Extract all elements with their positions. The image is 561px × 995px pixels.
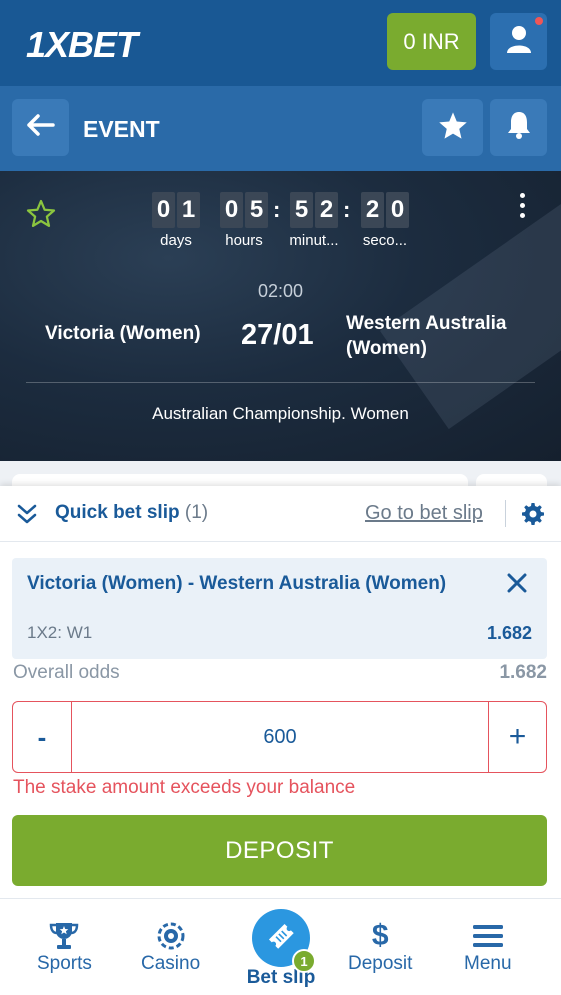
go-to-bet-slip-link[interactable]: Go to bet slip <box>365 502 483 525</box>
countdown-digit: 5 <box>290 192 313 228</box>
stake-stepper: - 600 + <box>12 701 547 773</box>
countdown-digit: 1 <box>177 192 200 228</box>
quick-bet-panel: Quick bet slip (1) Go to bet slip Victor… <box>0 486 561 898</box>
bell-icon <box>506 110 532 145</box>
countdown-label: hours <box>225 232 263 249</box>
overall-odds-value: 1.682 <box>499 662 547 683</box>
notifications-button[interactable] <box>490 99 547 156</box>
countdown-digit: 0 <box>152 192 175 228</box>
countdown-digit: 2 <box>315 192 338 228</box>
nav-label: Sports <box>37 953 92 974</box>
trophy-icon <box>48 919 80 953</box>
bottom-navigation: Sports Casino 1 Bet slip $ Deposit Menu <box>0 898 561 995</box>
account-button[interactable] <box>490 13 547 70</box>
nav-menu[interactable]: Menu <box>464 919 512 975</box>
chevron-double-down-icon[interactable] <box>16 502 38 531</box>
user-icon <box>505 24 533 59</box>
stake-input[interactable]: 600 <box>72 702 488 772</box>
nav-label: Casino <box>141 953 201 974</box>
gear-icon[interactable] <box>521 502 545 531</box>
favorite-button[interactable] <box>422 99 483 156</box>
bet-odds: 1.682 <box>486 623 532 643</box>
team-home: Victoria (Women) <box>45 323 201 344</box>
page-title: EVENT <box>83 116 160 142</box>
bet-card: Victoria (Women) - Western Australia (Wo… <box>12 558 547 659</box>
nav-label: Deposit <box>348 953 413 974</box>
countdown-seconds: 2 0 seco... <box>357 192 413 249</box>
nav-deposit[interactable]: $ Deposit <box>348 919 412 975</box>
bet-slip-button[interactable]: 1 <box>252 909 316 973</box>
team-away: Western Australia (Women) <box>346 313 507 359</box>
countdown-digit: 5 <box>245 192 268 228</box>
top-header: 1XBET 0 INR <box>0 0 561 86</box>
countdown-digit: 0 <box>220 192 243 228</box>
countdown-digit: 0 <box>386 192 409 228</box>
countdown-hours: 0 5 hours <box>216 192 272 249</box>
bet-slip-count-badge: 1 <box>292 949 316 973</box>
casino-chip-icon <box>157 919 185 953</box>
countdown-minutes: 5 2 minut... <box>286 192 342 249</box>
countdown-label: seco... <box>362 232 408 249</box>
brand-logo[interactable]: 1XBET <box>26 24 138 66</box>
countdown-days: 0 1 days <box>148 192 204 249</box>
stake-error-message: The stake amount exceeds your balance <box>13 777 356 798</box>
stake-decrease-button[interactable]: - <box>13 702 72 772</box>
countdown-separator: : <box>273 197 281 222</box>
arrow-left-icon <box>26 114 55 141</box>
nav-casino[interactable]: Casino <box>141 919 200 975</box>
nav-bet-slip[interactable]: 1 Bet slip <box>243 909 319 989</box>
overall-odds-label: Overall odds <box>13 662 120 683</box>
bet-match-title: Victoria (Women) - Western Australia (Wo… <box>27 573 447 594</box>
countdown-digit: 2 <box>361 192 384 228</box>
quick-bet-title: Quick bet slip (1) <box>55 502 208 524</box>
countdown-label: days <box>160 232 192 249</box>
countdown-separator: : <box>343 197 351 222</box>
countdown-label: minut... <box>289 232 339 249</box>
dollar-icon: $ <box>371 919 389 952</box>
ticket-icon <box>266 921 296 956</box>
event-hero: 0 1 days 0 5 hours : 5 2 minut... : 2 0 … <box>0 171 561 461</box>
bet-market: 1X2: W1 <box>27 623 93 642</box>
divider <box>505 500 506 527</box>
match-date: 27/01 <box>241 319 314 351</box>
match-time: 02:00 <box>257 281 304 301</box>
hamburger-menu-icon <box>472 919 503 953</box>
star-outline-icon[interactable] <box>26 199 56 233</box>
balance-button[interactable]: 0 INR <box>387 13 476 70</box>
quick-bet-title-text: Quick bet slip <box>55 502 180 523</box>
stake-increase-button[interactable]: + <box>488 702 546 772</box>
more-options-icon[interactable] <box>520 193 525 218</box>
notification-dot <box>535 17 543 25</box>
quick-bet-header[interactable]: Quick bet slip (1) Go to bet slip <box>0 486 561 542</box>
nav-sports[interactable]: Sports <box>37 919 92 975</box>
league-name[interactable]: Australian Championship. Women <box>0 404 561 424</box>
deposit-button[interactable]: DEPOSIT <box>12 815 547 886</box>
star-icon <box>438 111 468 145</box>
nav-label: Menu <box>464 953 512 974</box>
quick-bet-count: (1) <box>184 502 209 523</box>
event-bar: EVENT <box>0 86 561 171</box>
close-icon[interactable] <box>506 572 528 599</box>
back-button[interactable] <box>12 99 69 156</box>
divider <box>26 382 535 383</box>
